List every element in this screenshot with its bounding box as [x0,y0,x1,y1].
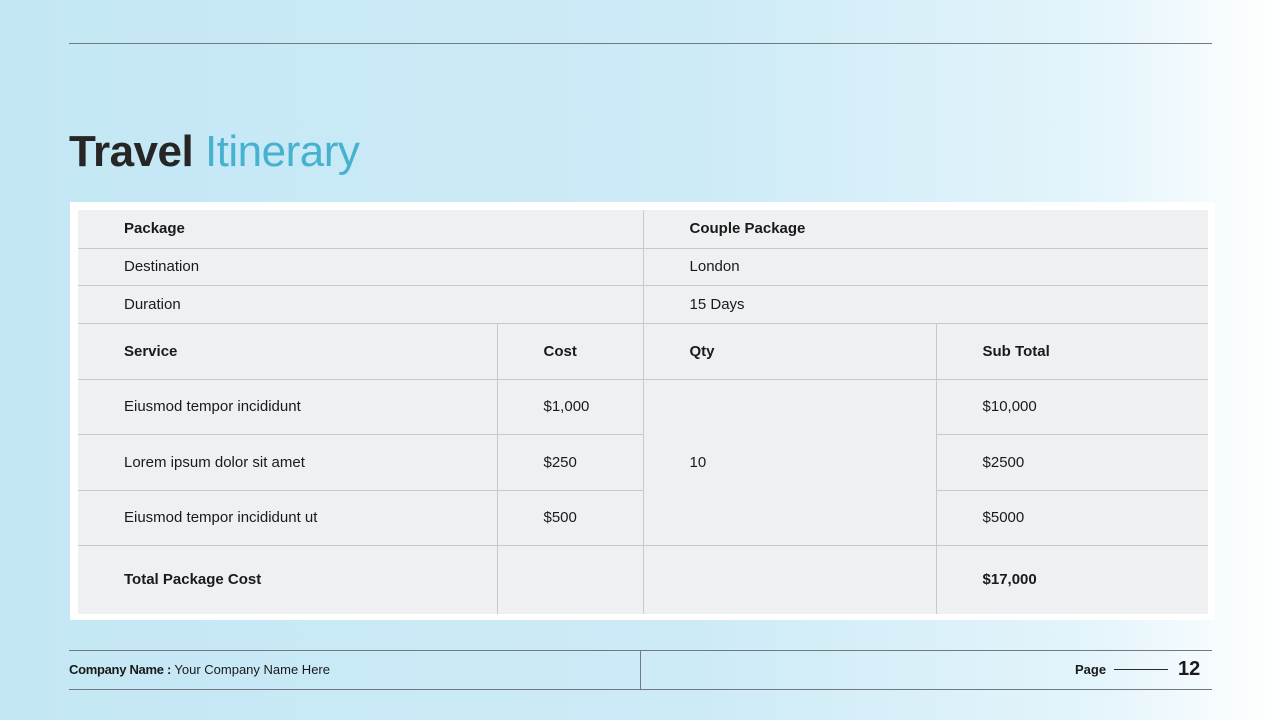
destination-row: Destination London [78,247,1209,286]
package-label: Package [78,210,644,249]
title-strong: Travel [69,127,194,176]
service-cost: $250 [496,433,644,491]
page-number: 12 [1178,658,1201,680]
service-header: Service [78,322,498,380]
total-value: $17,000 [935,544,1209,614]
service-subtotal: $10,000 [935,378,1209,435]
itinerary-table: Package Couple Package Destination Londo… [78,210,1209,614]
package-row: Package Couple Package [78,210,1209,249]
service-name: Eiusmod tempor incididunt ut [78,489,498,546]
duration-value: 15 Days [642,284,1209,324]
service-subtotal: $2500 [935,433,1209,491]
service-name: Eiusmod tempor incididunt [78,378,498,435]
table-row: Eiusmod tempor incididunt $1,000 10 $10,… [78,378,1209,546]
services-header-row: Service Cost Qty Sub Total [78,322,1209,380]
destination-value: London [642,247,1209,286]
qty-value: 10 [642,378,937,546]
footer-bottom-rule [69,689,1212,690]
company-label: Company Name : [69,662,171,677]
subtotal-header: Sub Total [935,322,1209,380]
page-label: Page [1075,662,1107,677]
itinerary-table-frame: Package Couple Package Destination Londo… [70,202,1215,620]
page-title: Travel Itinerary [69,124,360,180]
service-name: Lorem ipsum dolor sit amet [78,433,498,491]
cost-header: Cost [496,322,644,380]
total-row: Total Package Cost $17,000 [78,544,1209,614]
company-value: Your Company Name Here [174,662,330,677]
duration-row: Duration 15 Days [78,284,1209,324]
qty-header: Qty [642,322,937,380]
footer-divider [640,651,641,689]
package-value: Couple Package [642,210,1209,249]
page-line [1114,669,1168,670]
company-info: Company Name : Your Company Name Here [69,662,330,677]
title-accent: Itinerary [204,127,360,176]
destination-label: Destination [78,247,644,286]
total-label: Total Package Cost [78,544,498,614]
top-rule [69,43,1212,44]
service-cost: $1,000 [496,378,644,435]
total-cost-empty [496,544,644,614]
service-cost: $500 [496,489,644,546]
total-qty-empty [642,544,937,614]
service-subtotal: $5000 [935,489,1209,546]
duration-label: Duration [78,284,644,324]
